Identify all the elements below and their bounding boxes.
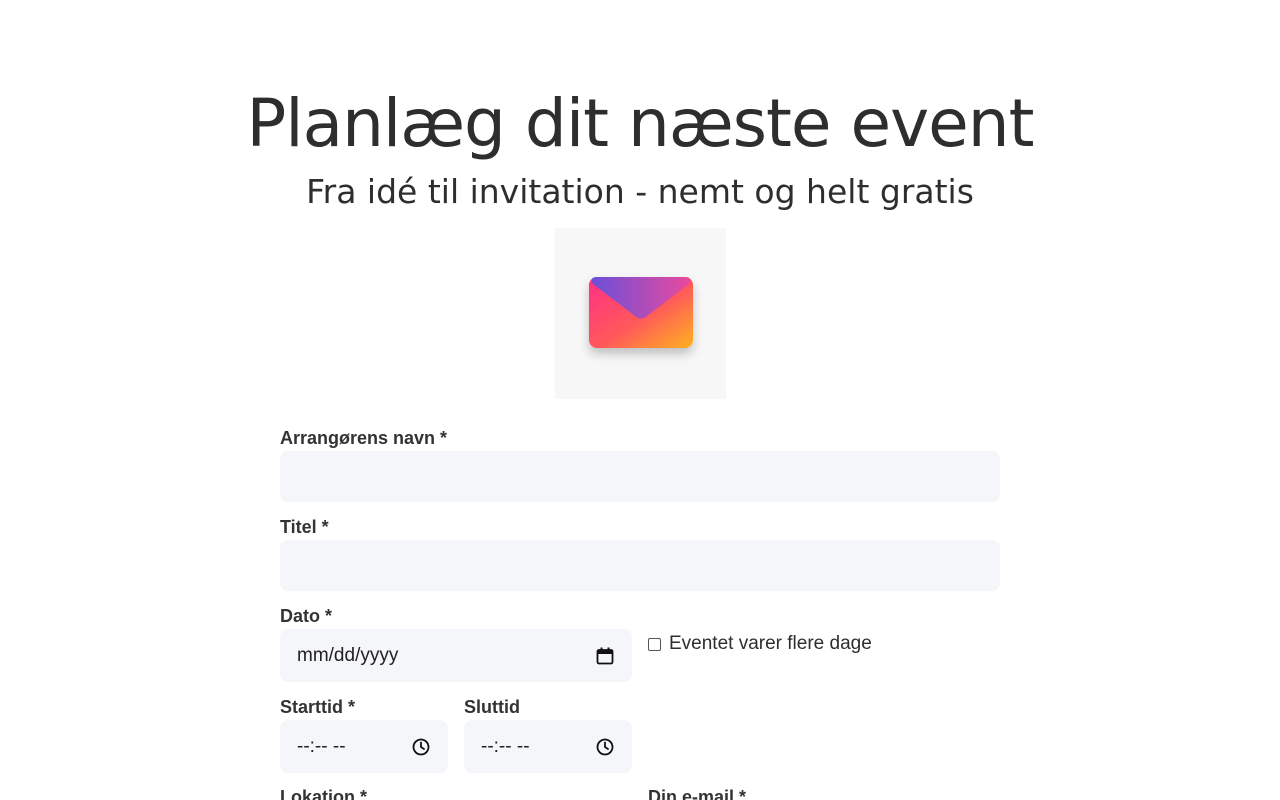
organizer-name-label: Arrangørens navn *: [280, 428, 448, 448]
clock-icon[interactable]: [411, 737, 431, 757]
start-time-placeholder: --:-- --: [297, 735, 346, 757]
envelope-icon: [555, 228, 726, 399]
page: Planlæg dit næste event Fra idé til invi…: [0, 0, 1280, 800]
page-title: Planlæg dit næste event: [246, 85, 1035, 162]
clock-icon[interactable]: [595, 737, 615, 757]
title-label: Titel *: [280, 517, 329, 537]
page-subtitle: Fra idé til invitation - nemt og helt gr…: [306, 172, 974, 211]
title-input[interactable]: [280, 540, 1000, 591]
end-time-input[interactable]: --:-- --: [464, 720, 632, 773]
end-time-placeholder: --:-- --: [481, 735, 530, 757]
email-label: Din e-mail *: [648, 787, 747, 800]
location-label: Lokation *: [280, 787, 368, 800]
start-time-input[interactable]: --:-- --: [280, 720, 448, 773]
multi-day-label: Eventet varer flere dage: [669, 633, 872, 654]
calendar-icon[interactable]: [595, 646, 615, 666]
date-label: Dato *: [280, 606, 333, 626]
start-time-label: Starttid *: [280, 697, 356, 717]
date-placeholder: mm/dd/yyyy: [297, 644, 399, 666]
date-input[interactable]: mm/dd/yyyy: [280, 629, 632, 682]
end-time-label: Sluttid: [464, 697, 520, 717]
multi-day-checkbox-row[interactable]: Eventet varer flere dage: [648, 633, 872, 655]
organizer-name-input[interactable]: [280, 451, 1000, 502]
multi-day-checkbox[interactable]: [648, 637, 661, 651]
